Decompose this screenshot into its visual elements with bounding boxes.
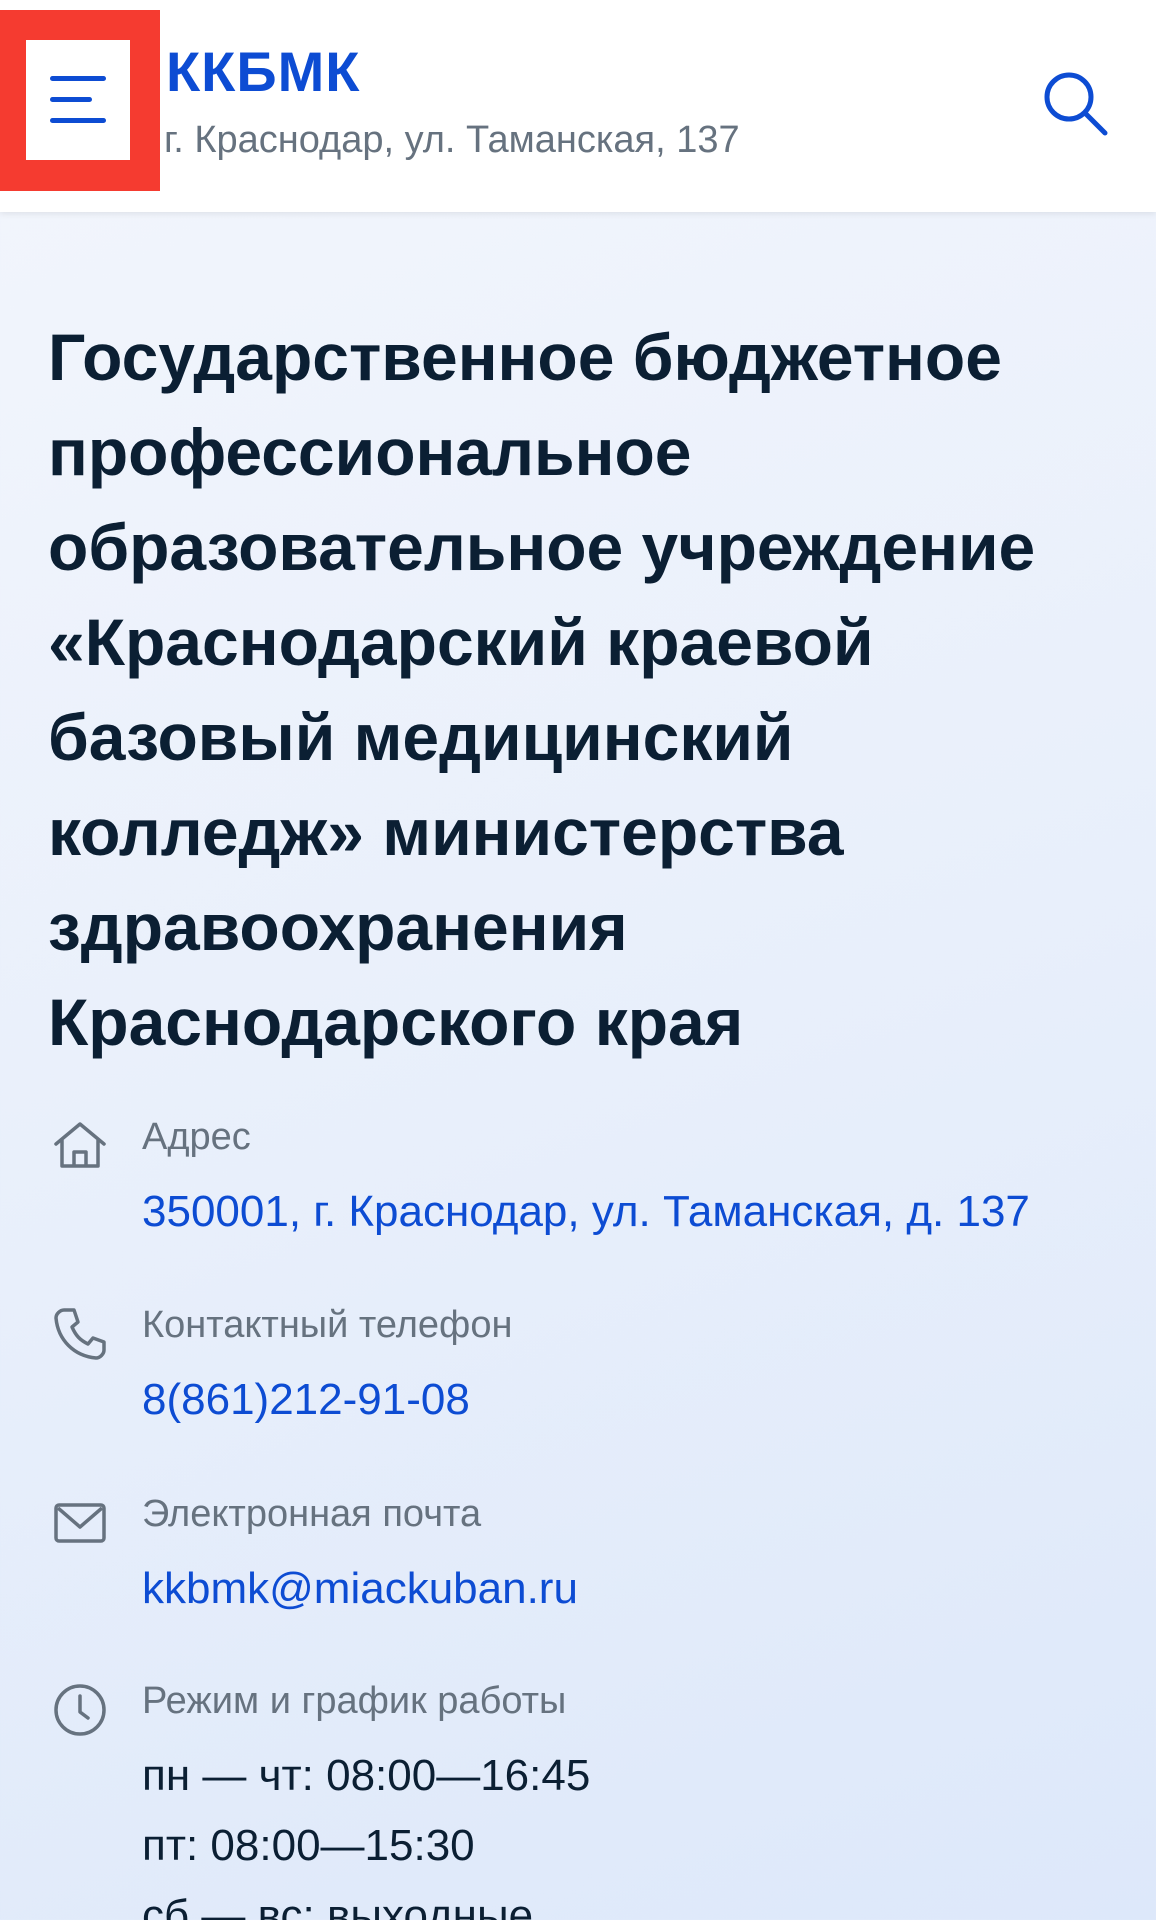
address-link[interactable]: 350001, г. Краснодар, ул. Таманская, д. …	[142, 1184, 1030, 1240]
clock-icon	[54, 1684, 106, 1736]
phone-link[interactable]: 8(861)212-91-08	[142, 1372, 470, 1428]
menu-button[interactable]	[26, 40, 130, 160]
schedule-block: Режим и график работы пн — чт: 08:00—16:…	[48, 1676, 1128, 1920]
address-block: Адрес 350001, г. Краснодар, ул. Таманска…	[48, 1112, 1128, 1252]
top-header: ККБМК г. Краснодар, ул. Таманская, 137	[0, 0, 1156, 212]
hamburger-menu-icon	[50, 76, 106, 123]
home-icon	[54, 1122, 106, 1168]
phone-label: Контактный телефон	[142, 1304, 513, 1346]
email-link[interactable]: kkbmk@miackuban.ru	[142, 1561, 578, 1617]
schedule-label: Режим и график работы	[142, 1680, 567, 1722]
email-block: Электронная почта kkbmk@miackuban.ru	[48, 1489, 1128, 1629]
email-label: Электронная почта	[142, 1493, 482, 1535]
site-title[interactable]: ККБМК	[166, 40, 360, 104]
search-button[interactable]	[1036, 64, 1116, 144]
organization-full-name: Государственное бюджетное профессиональн…	[48, 320, 1036, 1059]
search-icon	[1044, 72, 1108, 136]
site-subtitle: г. Краснодар, ул. Таманская, 137	[164, 119, 740, 161]
mail-icon	[54, 1503, 106, 1543]
schedule-weekend: сб — вс: выходные	[142, 1891, 534, 1920]
phone-block: Контактный телефон 8(861)212-91-08	[48, 1300, 1128, 1440]
address-label: Адрес	[142, 1116, 251, 1158]
phone-icon	[54, 1308, 106, 1360]
schedule-weekdays: пн — чт: 08:00—16:45	[142, 1751, 591, 1800]
schedule-friday: пт: 08:00—15:30	[142, 1821, 475, 1870]
